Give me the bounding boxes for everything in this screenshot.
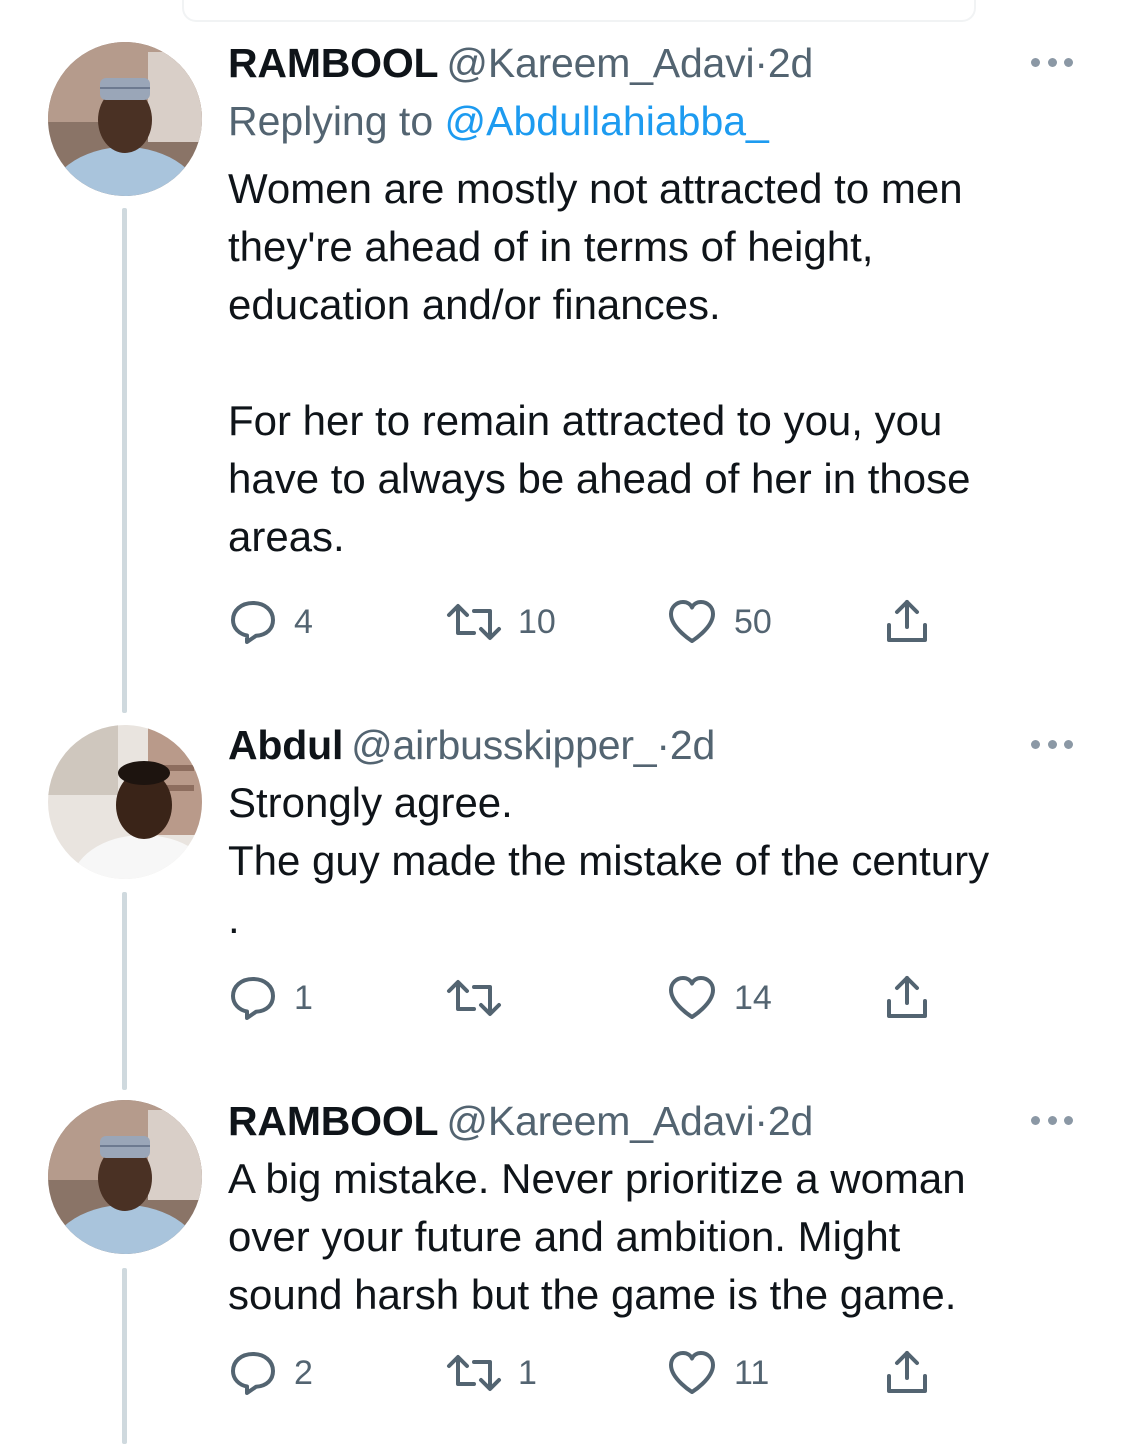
avatar[interactable] <box>48 725 202 879</box>
reply-icon <box>231 601 275 644</box>
timestamp[interactable]: 2d <box>670 722 715 768</box>
tweet-header: Abdul @airbusskipper_·2d <box>228 722 1088 768</box>
user-handle[interactable]: @Kareem_Adavi <box>446 1098 754 1144</box>
reply-icon <box>231 977 275 1020</box>
tweet-text: Strongly agree. The guy made the mistake… <box>228 779 990 942</box>
like-count: 14 <box>734 978 772 1017</box>
display-name[interactable]: RAMBOOL <box>228 40 439 86</box>
more-icon[interactable] <box>1031 1114 1073 1126</box>
retweet-count: 1 <box>518 1353 537 1392</box>
reply-count: 2 <box>294 1353 313 1392</box>
retweet-count: 10 <box>518 602 556 641</box>
reply-count: 1 <box>294 978 313 1017</box>
share-button[interactable] <box>882 973 932 1023</box>
heart-icon <box>669 1351 715 1394</box>
share-icon <box>887 1351 927 1393</box>
thread-line <box>122 892 127 1090</box>
heart-icon <box>669 600 715 643</box>
heart-icon <box>669 976 715 1019</box>
display-name[interactable]: Abdul <box>228 722 343 768</box>
retweet-button[interactable]: 1 <box>446 1348 537 1398</box>
tweet-text: Women are mostly not attracted to men th… <box>228 165 971 560</box>
reply-count: 4 <box>294 602 313 641</box>
like-count: 50 <box>734 602 772 641</box>
retweet-icon <box>447 604 501 640</box>
thread-line <box>122 208 127 713</box>
share-icon <box>887 976 927 1018</box>
display-name[interactable]: RAMBOOL <box>228 1098 439 1144</box>
thread-line <box>122 1268 127 1444</box>
replying-to-handle[interactable]: @Abdullahiabba_ <box>445 98 769 144</box>
timestamp[interactable]: 2d <box>768 40 813 86</box>
reply-button[interactable]: 4 <box>228 597 313 647</box>
tweet-header: RAMBOOL @Kareem_Adavi·2d <box>228 40 1088 86</box>
replying-to-label: Replying to <box>228 98 434 144</box>
retweet-icon <box>447 1355 501 1391</box>
share-icon <box>887 600 927 642</box>
replying-to: Replying to @Abdullahiabba_ <box>228 98 1088 144</box>
avatar[interactable] <box>48 1100 202 1254</box>
separator-dot: · <box>656 722 670 768</box>
avatar[interactable] <box>48 42 202 196</box>
retweet-button[interactable] <box>446 973 518 1023</box>
separator-dot: · <box>754 1098 768 1144</box>
tweet-actions: 1 14 <box>228 973 948 1023</box>
like-count: 11 <box>734 1353 770 1392</box>
like-button[interactable]: 11 <box>666 1348 769 1398</box>
tweet-header: RAMBOOL @Kareem_Adavi·2d <box>228 1098 1088 1144</box>
more-icon[interactable] <box>1031 56 1073 68</box>
retweet-icon <box>447 980 501 1016</box>
share-button[interactable] <box>882 1348 932 1398</box>
tweet-actions: 4 10 50 <box>228 597 948 647</box>
previous-tweet-card-edge <box>182 0 976 22</box>
tweet-actions: 2 1 11 <box>228 1348 948 1398</box>
reply-button[interactable]: 2 <box>228 1348 313 1398</box>
more-icon[interactable] <box>1031 738 1073 750</box>
separator-dot: · <box>754 40 768 86</box>
user-handle[interactable]: @airbusskipper_ <box>351 722 656 768</box>
share-button[interactable] <box>882 597 932 647</box>
retweet-button[interactable]: 10 <box>446 597 556 647</box>
user-handle[interactable]: @Kareem_Adavi <box>446 40 754 86</box>
like-button[interactable]: 50 <box>666 597 772 647</box>
reply-icon <box>231 1352 275 1395</box>
tweet-text: A big mistake. Never prioritize a woman … <box>228 1155 966 1318</box>
timestamp[interactable]: 2d <box>768 1098 813 1144</box>
reply-button[interactable]: 1 <box>228 973 313 1023</box>
like-button[interactable]: 14 <box>666 973 772 1023</box>
